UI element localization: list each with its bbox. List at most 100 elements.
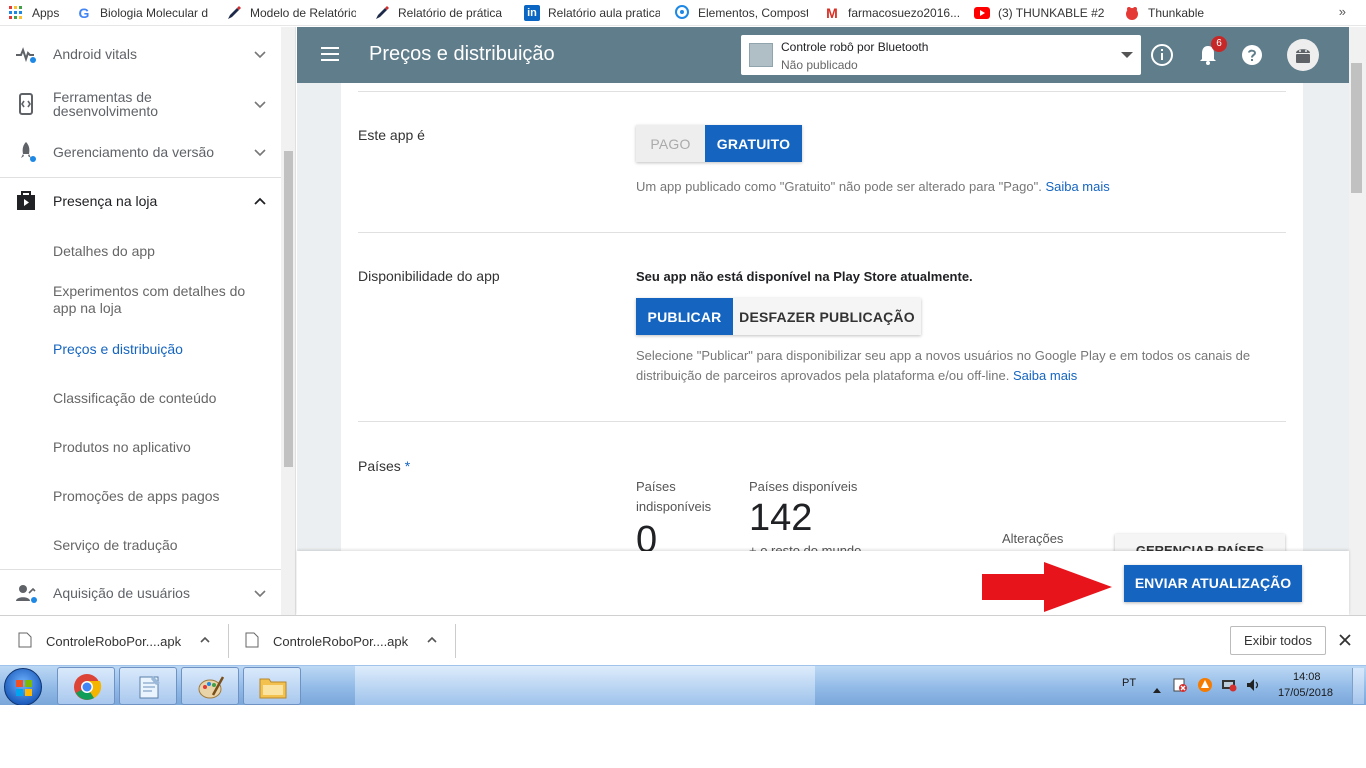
availability-learn-more-link[interactable]: Saiba mais	[1013, 368, 1077, 383]
top-app-bar: Preços e distribuição Controle robô por …	[297, 27, 1349, 83]
pricing-distribution-card: Este app é PAGO GRATUITO Um app publicad…	[341, 83, 1303, 551]
action-footer: ENVIAR ATUALIZAÇÃO	[297, 551, 1349, 615]
info-icon[interactable]	[1150, 43, 1174, 67]
display-icon[interactable]	[1221, 677, 1237, 698]
sidebar-subitem-precos-distribuicao[interactable]: Preços e distribuição	[53, 341, 263, 358]
hamburger-menu-icon[interactable]	[321, 47, 341, 63]
app-name: Controle robô por Bluetooth	[781, 40, 929, 54]
chrome-icon	[74, 674, 102, 700]
sidebar-subitem-experimentos[interactable]: Experimentos com detalhes do app na loja	[53, 283, 263, 317]
store-presence-icon	[14, 189, 38, 213]
chevron-up-icon[interactable]	[252, 193, 268, 209]
bookmark-relatorio-pratica[interactable]: Relatório de prática	[368, 0, 516, 26]
bookmark-elementos[interactable]: Elementos, Compost	[668, 0, 814, 26]
sidebar-nav: Android vitals Ferramentas de desenvolvi…	[0, 27, 296, 615]
unavailable-countries-label-2: indisponíveis	[636, 499, 712, 514]
sidebar-subitem-promocoes[interactable]: Promoções de apps pagos	[53, 488, 263, 505]
sidebar-item-ferramentas[interactable]: Ferramentas de desenvolvimento	[0, 87, 281, 121]
chevron-down-icon[interactable]	[252, 46, 268, 62]
section-divider	[358, 91, 1286, 92]
start-button[interactable]	[4, 668, 42, 706]
section-divider	[358, 232, 1286, 233]
tray-expand-icon[interactable]	[1152, 681, 1162, 699]
page-title: Preços e distribuição	[369, 43, 555, 65]
section-divider	[358, 421, 1286, 422]
unavailable-countries-label-1: Países	[636, 479, 676, 494]
clock-date[interactable]: 17/05/2018	[1278, 687, 1333, 699]
taskbar-chrome[interactable]	[57, 667, 115, 705]
folder-icon	[259, 678, 287, 699]
bookmark-apps[interactable]: Apps	[2, 0, 72, 26]
show-desktop-button[interactable]	[1352, 668, 1364, 704]
avast-icon[interactable]	[1197, 677, 1213, 698]
file-icon	[18, 632, 32, 651]
chevron-down-icon[interactable]	[252, 585, 268, 601]
dropdown-caret-icon	[1121, 52, 1133, 58]
taskbar-explorer[interactable]	[243, 667, 301, 705]
thunkable-icon	[1124, 5, 1140, 21]
user-acquisition-icon	[14, 581, 38, 605]
available-countries-count: 142	[749, 497, 813, 539]
chevron-up-icon[interactable]	[426, 634, 438, 649]
pricing-learn-more-link[interactable]: Saiba mais	[1045, 179, 1109, 194]
paid-option-button[interactable]: PAGO	[636, 125, 705, 162]
pricing-help-text: Um app publicado como "Gratuito" não pod…	[636, 179, 1110, 194]
sidebar-subitem-traducao[interactable]: Serviço de tradução	[53, 537, 263, 554]
close-icon[interactable]	[1338, 633, 1352, 647]
windows-taskbar: PT 14:08 17/05/2018	[0, 665, 1366, 706]
chevron-down-icon[interactable]	[252, 96, 268, 112]
sidebar-subitem-detalhes-app[interactable]: Detalhes do app	[53, 243, 263, 260]
required-asterisk: *	[404, 458, 411, 474]
notification-badge: 6	[1211, 36, 1227, 52]
sidebar-divider	[0, 177, 281, 178]
publish-button[interactable]: PUBLICAR	[636, 298, 733, 335]
pricing-label: Este app é	[358, 127, 425, 143]
sidebar-item-android-vitals[interactable]: Android vitals	[0, 37, 281, 71]
chevron-down-icon[interactable]	[252, 144, 268, 160]
sidebar-item-aquisicao-usuarios[interactable]: Aquisição de usuários	[0, 576, 281, 610]
taskbar-notepad[interactable]	[119, 667, 177, 705]
download-item[interactable]: ControleRoboPor....apk	[245, 616, 445, 666]
main-content: Este app é PAGO GRATUITO Um app publicad…	[297, 83, 1349, 551]
availability-help-line-1: Selecione "Publicar" para disponibilizar…	[636, 348, 1251, 363]
help-icon[interactable]	[1240, 43, 1264, 67]
unavailable-countries-count: 0	[636, 519, 658, 551]
clock-time[interactable]: 14:08	[1293, 671, 1321, 683]
manage-countries-button[interactable]: GERENCIAR PAÍSES	[1115, 534, 1285, 551]
download-item[interactable]: ControleRoboPor....apk	[18, 616, 218, 666]
unpublish-button[interactable]: DESFAZER PUBLICAÇÃO	[733, 298, 921, 335]
language-indicator[interactable]: PT	[1122, 677, 1136, 689]
bookmark-biologia[interactable]: G Biologia Molecular d	[70, 0, 216, 26]
countries-label: Países *	[358, 458, 411, 474]
app-selector[interactable]: Controle robô por Bluetooth Não publicad…	[741, 35, 1141, 75]
send-update-button[interactable]: ENVIAR ATUALIZAÇÃO	[1124, 565, 1302, 602]
taskbar-paint[interactable]	[181, 667, 239, 705]
bookmark-thunkable-youtube[interactable]: (3) THUNKABLE #2 C	[968, 0, 1114, 26]
bookmark-modelo-relatorio[interactable]: Modelo de Relatório	[220, 0, 362, 26]
sidebar-divider	[0, 569, 281, 570]
main-scrollbar-thumb[interactable]	[1351, 63, 1362, 193]
rest-of-world-note: + o resto do mundo	[749, 543, 862, 551]
sidebar-item-presenca-loja[interactable]: Presença na loja	[0, 184, 281, 218]
sidebar-scrollbar-thumb[interactable]	[284, 151, 293, 467]
sidebar-item-gerenciamento-versao[interactable]: Gerenciamento da versão	[0, 135, 281, 169]
sidebar-subitem-classificacao[interactable]: Classificação de conteúdo	[53, 390, 263, 407]
windows-logo-icon	[16, 680, 32, 696]
free-option-button[interactable]: GRATUITO	[705, 125, 802, 162]
bookmark-thunkable[interactable]: Thunkable	[1118, 0, 1218, 26]
avatar[interactable]	[1287, 39, 1319, 71]
bookmark-gmail[interactable]: M farmacosuezo2016...	[818, 0, 966, 26]
bookmark-relatorio-aula[interactable]: in Relatório aula pratica	[518, 0, 666, 26]
chevron-up-icon[interactable]	[199, 634, 211, 649]
volume-icon[interactable]	[1245, 677, 1261, 698]
vitals-icon	[14, 42, 38, 66]
show-all-downloads-button[interactable]: Exibir todos	[1230, 626, 1326, 655]
availability-status: Seu app não está disponível na Play Stor…	[636, 269, 973, 284]
bookmarks-more-chevron[interactable]: »	[1339, 4, 1346, 19]
network-flag-icon[interactable]	[1172, 677, 1188, 698]
app-icon	[749, 43, 773, 67]
youtube-icon	[974, 5, 990, 21]
pricing-toggle: PAGO GRATUITO	[636, 125, 802, 162]
sidebar-subitem-produtos[interactable]: Produtos no aplicativo	[53, 439, 263, 456]
download-separator	[455, 624, 456, 658]
